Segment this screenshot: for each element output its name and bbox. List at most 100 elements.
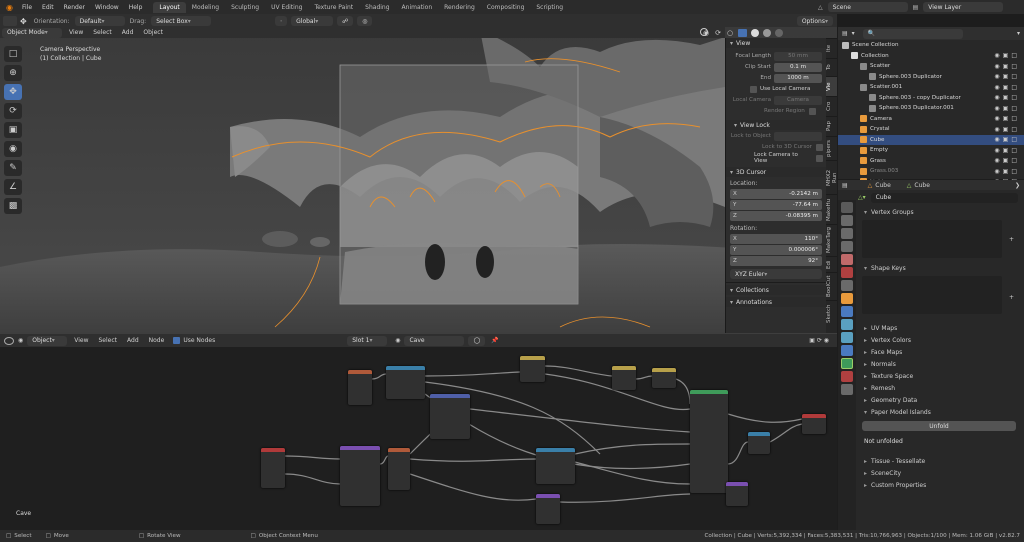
node-mix-rgb[interactable] (612, 366, 636, 390)
use-nodes-checkbox[interactable] (173, 337, 181, 344)
outliner-row[interactable]: Sphere.003 Duplicator ◉▣□ (838, 72, 1024, 83)
tab-scripting[interactable]: Scripting (530, 2, 569, 13)
visibility-toggles-icon[interactable]: ◉▣□ (994, 168, 1020, 175)
property-section-header[interactable]: Geometry Data (858, 394, 1020, 406)
property-section-header[interactable]: Tissue - Tessellate (858, 455, 1020, 467)
view-layer-selector[interactable]: View Layer (923, 2, 1004, 12)
collections-header[interactable]: Collections (726, 285, 826, 295)
shape-keys-panel[interactable]: Shape Keys (858, 262, 1020, 274)
outliner-display-mode-icon[interactable]: ▤ (842, 30, 848, 37)
node-displacement[interactable] (726, 482, 748, 506)
property-section-header[interactable]: UV Maps (858, 322, 1020, 334)
view-panel-header[interactable]: View (726, 38, 826, 48)
property-section-header[interactable]: SceneCity (858, 467, 1020, 479)
cursor-loc-x[interactable]: X -0.2142 m (730, 189, 822, 199)
outliner-row[interactable]: Crystal ◉▣□ (838, 124, 1024, 135)
collection-tab-icon[interactable] (841, 280, 853, 291)
texture-tab-icon[interactable] (841, 384, 853, 395)
node-voronoi-texture[interactable] (536, 494, 560, 524)
3d-viewport[interactable]: Camera Perspective (1) Collection | Cube (0, 27, 837, 334)
node-noise-texture[interactable] (340, 446, 380, 506)
material-fake-user-button[interactable]: ◯ (468, 335, 486, 346)
transform-tool-icon[interactable]: ◉ (4, 141, 22, 157)
visibility-toggles-icon[interactable]: ◉▣□ (994, 84, 1020, 91)
tool-tab-icon[interactable] (841, 202, 853, 213)
unfold-button[interactable]: Unfold (862, 421, 1016, 431)
visibility-toggles-icon[interactable]: ◉▣□ (994, 157, 1020, 164)
render-tab-icon[interactable] (841, 215, 853, 226)
node-principled-bsdf[interactable] (690, 390, 728, 493)
tab-makehuman[interactable]: MakeHu (826, 194, 837, 224)
tab-compositing[interactable]: Compositing (481, 2, 531, 13)
slot-dropdown[interactable]: Slot 1 (347, 335, 388, 346)
node-bump[interactable] (388, 448, 410, 490)
property-section-header[interactable]: Paper Model Islands (858, 406, 1020, 418)
node-menu-select[interactable]: Select (94, 337, 123, 344)
cursor-rot-y[interactable]: Y 0.000006° (730, 245, 822, 255)
visibility-toggles-icon[interactable]: ◉▣□ (994, 94, 1020, 101)
editor-type-icon[interactable] (4, 336, 14, 345)
move-tool-icon[interactable]: ✥ (20, 17, 27, 26)
annotations-header[interactable]: Annotations (726, 297, 826, 307)
clip-end-field[interactable]: 1000 m (774, 73, 822, 83)
node-image-texture[interactable] (261, 448, 285, 488)
tab-paper[interactable]: Pap (826, 116, 837, 136)
tab-tool[interactable]: To (826, 58, 837, 76)
vertex-groups-list[interactable] (862, 220, 1002, 258)
output-tab-icon[interactable] (841, 228, 853, 239)
outliner-filter-icon[interactable]: ▾ (852, 30, 855, 37)
cursor-rot-z[interactable]: Z 92° (730, 256, 822, 266)
tab-edit[interactable]: Edi (826, 256, 837, 272)
node-menu-node[interactable]: Node (144, 337, 170, 344)
view-lock-header[interactable]: View Lock (726, 120, 826, 130)
visibility-toggles-icon[interactable]: ◉▣□ (994, 115, 1020, 122)
scene-selector[interactable]: Scene (827, 2, 908, 12)
gizmo-icon[interactable]: ⟳ (715, 29, 721, 37)
outliner-search-input[interactable]: 🔍 (862, 28, 963, 39)
cursor-rot-x[interactable]: X 110° (730, 234, 822, 244)
tab-boolcut[interactable]: BoolCut (826, 272, 837, 300)
use-local-camera-checkbox[interactable] (750, 85, 757, 93)
backdrop-icon[interactable]: ▣ ⟳ ◉ (809, 337, 829, 344)
3d-cursor-header[interactable]: 3D Cursor (726, 167, 826, 177)
move-tool-button-icon[interactable]: ✥ (4, 84, 22, 100)
menu-edit[interactable]: Edit (37, 4, 59, 11)
outliner-funnel-icon[interactable]: ▾ (1017, 30, 1020, 37)
local-camera-field[interactable]: Camera (774, 95, 822, 105)
add-cube-tool-icon[interactable]: ▩ (4, 198, 22, 214)
overlay-icon[interactable]: ○ (727, 29, 733, 37)
outliner-row[interactable]: Grass ◉▣□ (838, 156, 1024, 167)
annotate-tool-icon[interactable]: ✎ (4, 160, 22, 176)
node-texture-coordinate[interactable] (348, 370, 372, 405)
outliner-row[interactable]: Camera ◉▣□ (838, 114, 1024, 125)
visibility-toggles-icon[interactable]: ◉▣□ (994, 52, 1020, 59)
shading-solid-icon[interactable] (751, 28, 760, 37)
visibility-toggles-icon[interactable]: ◉▣□ (994, 136, 1020, 143)
mode-dropdown[interactable]: Object Mode (2, 27, 62, 38)
menu-select[interactable]: Select (88, 29, 117, 36)
property-section-header[interactable]: Remesh (858, 382, 1020, 394)
outliner-row[interactable]: Empty ◉▣□ (838, 145, 1024, 156)
pin-properties-icon[interactable]: ❯ (1015, 182, 1020, 189)
menu-file[interactable]: File (17, 4, 37, 11)
outliner-row[interactable]: Scatter.001 ◉▣□ (838, 82, 1024, 93)
constraints-tab-icon[interactable] (841, 345, 853, 356)
tab-item[interactable]: Ite (826, 38, 837, 58)
tab-mhx2-run[interactable]: MHX2 Run (826, 160, 838, 194)
property-section-header[interactable]: Vertex Colors (858, 334, 1020, 346)
tab-uv-editing[interactable]: UV Editing (265, 2, 308, 13)
tab-rendering[interactable]: Rendering (438, 2, 481, 13)
modifier-tab-icon[interactable] (841, 306, 853, 317)
property-section-header[interactable]: Normals (858, 358, 1020, 370)
visibility-toggles-icon[interactable]: ◉▣□ (994, 147, 1020, 154)
mesh-data-tab-icon[interactable] (841, 358, 853, 369)
proportional-edit-button[interactable]: ◎ (357, 16, 373, 26)
shader-type-icon[interactable]: ◉ (18, 337, 23, 344)
node-editor[interactable]: Cave (0, 334, 837, 530)
xray-icon[interactable] (738, 28, 748, 37)
property-section-header[interactable]: Texture Space (858, 370, 1020, 382)
tab-sculpting[interactable]: Sculpting (225, 2, 265, 13)
rotation-mode-dropdown[interactable]: XYZ Euler (730, 269, 822, 279)
select-box-tool-icon[interactable]: □ (4, 46, 22, 62)
focal-length-field[interactable]: 50 mm (774, 51, 822, 61)
